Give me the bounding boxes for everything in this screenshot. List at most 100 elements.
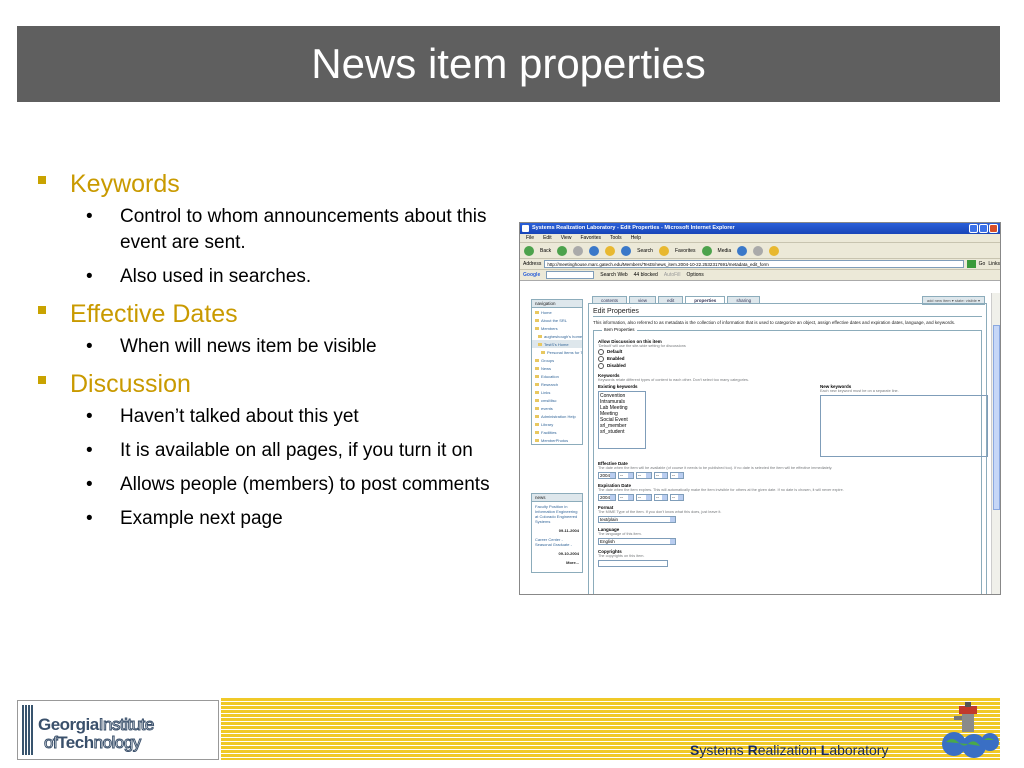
back-button[interactable]: Back (540, 248, 551, 254)
address-label: Address (523, 261, 542, 267)
home-icon[interactable] (605, 245, 616, 256)
window-title: Systems Realization Laboratory - Edit Pr… (532, 225, 735, 231)
radio-enabled[interactable]: Enabled (598, 356, 977, 362)
nav-item[interactable]: Education (532, 372, 582, 380)
menu-help[interactable]: Help (631, 234, 641, 242)
nav-item[interactable]: Members (532, 324, 582, 332)
popup-blocked-button[interactable]: 44 blocked (634, 272, 658, 278)
options-button[interactable]: Options (687, 272, 704, 278)
dot-bullet-icon: • (86, 508, 93, 529)
scrollbar-thumb[interactable] (993, 325, 1000, 510)
nav-item[interactable]: cmsMisc (532, 396, 582, 404)
favorites-button[interactable]: Favorites (675, 248, 696, 254)
logo-nology: nology (93, 733, 142, 753)
new-keywords-textarea[interactable] (820, 395, 988, 457)
form-description: This information, also referred to as me… (593, 320, 956, 325)
autofill-button[interactable]: AutoFill (664, 272, 681, 278)
favorites-icon[interactable] (658, 245, 669, 256)
nav-item[interactable]: events (532, 404, 582, 412)
effective-minute-select[interactable]: -- (670, 472, 684, 479)
robot-globe-icon (942, 702, 999, 758)
minimize-icon[interactable] (969, 224, 978, 233)
navigation-portlet: navigation Home About the SRL Members au… (531, 299, 583, 445)
search-button[interactable]: Search (637, 248, 653, 254)
discussion-help: 'Default' will use the site-wide setting… (598, 344, 686, 348)
nav-item[interactable]: Administration Help (532, 412, 582, 420)
dot-bullet-icon: • (86, 440, 93, 461)
effective-hour-select[interactable]: -- (654, 472, 668, 479)
menu-edit[interactable]: Edit (543, 234, 552, 242)
nav-item[interactable]: News (532, 364, 582, 372)
nav-item[interactable]: About the SRL (532, 316, 582, 324)
nav-item[interactable]: Groups (532, 356, 582, 364)
news-item[interactable]: Career Center - Seasonal Graduate - (532, 535, 582, 549)
nav-item[interactable]: Personal Items for TestS (532, 348, 582, 356)
refresh-icon[interactable] (589, 245, 600, 256)
effective-year-select[interactable]: 2004 (598, 472, 616, 479)
history-icon[interactable] (737, 245, 748, 256)
nav-item[interactable]: Home (532, 308, 582, 316)
nav-item[interactable]: TestS's Home (532, 340, 582, 348)
news-more-link[interactable]: More... (532, 558, 582, 567)
news-date: 09-10-2004 (558, 551, 579, 556)
forward-icon[interactable] (557, 245, 568, 256)
menu-view[interactable]: View (561, 234, 572, 242)
copyrights-input[interactable] (598, 560, 668, 567)
go-icon[interactable] (966, 260, 976, 268)
expiration-year-select[interactable]: 2004 (598, 494, 616, 501)
existing-keywords-list[interactable]: Convention Intramurals Lab Meeting Meeti… (598, 391, 646, 449)
expiration-day-select[interactable]: -- (636, 494, 652, 501)
menu-file[interactable]: File (526, 234, 534, 242)
logo-of: of (43, 733, 58, 753)
ie-icon (522, 225, 529, 232)
effective-day-select[interactable]: -- (636, 472, 652, 479)
radio-default[interactable]: Default (598, 349, 977, 355)
search-icon[interactable] (621, 245, 632, 256)
links-button[interactable]: Links (988, 261, 1000, 267)
search-web-button[interactable]: Search Web (600, 272, 627, 278)
nav-item[interactable]: Links (532, 388, 582, 396)
expiration-date-help: The date when the item expires. This wil… (598, 488, 844, 492)
google-toolbar: Google Search Web 44 blocked AutoFill Op… (520, 270, 1000, 281)
radio-disabled[interactable]: Disabled (598, 363, 977, 369)
mail-icon[interactable] (753, 245, 764, 256)
format-select[interactable]: text/plain (598, 516, 676, 523)
menu-favorites[interactable]: Favorites (580, 234, 601, 242)
effective-month-select[interactable]: -- (618, 472, 634, 479)
nav-item[interactable]: augheshough's home (532, 332, 582, 340)
go-button[interactable]: Go (979, 261, 986, 267)
vertical-scrollbar[interactable] (991, 293, 1000, 594)
news-portlet: news Faculty Position in Information Eng… (531, 493, 583, 573)
georgia-tech-logo: GeorgiaInstitute ofTechnology (17, 700, 219, 760)
google-search-input[interactable] (546, 271, 595, 279)
news-date: 09-11-2004 (558, 528, 579, 533)
stop-icon[interactable] (573, 245, 584, 256)
bullet-heading: Effective Dates (70, 300, 238, 328)
folder-icon[interactable] (769, 245, 780, 256)
media-icon[interactable] (701, 245, 712, 256)
media-button[interactable]: Media (718, 248, 732, 254)
nav-item[interactable]: Library (532, 420, 582, 428)
news-item[interactable]: Faculty Position in Information Engineer… (532, 502, 582, 526)
back-icon[interactable] (524, 245, 534, 256)
expiration-date-row: 2004 -- -- -- -- (598, 494, 977, 501)
dot-bullet-icon: • (86, 406, 93, 427)
logo-institute: Institute (98, 715, 155, 735)
existing-keywords-label: Existing keywords (598, 384, 638, 389)
expiration-minute-select[interactable]: -- (670, 494, 684, 501)
window-titlebar: Systems Realization Laboratory - Edit Pr… (520, 223, 1000, 234)
bullet-heading: Keywords (70, 170, 180, 198)
square-bullet-icon (38, 306, 46, 314)
language-select[interactable]: English (598, 538, 676, 545)
address-input[interactable]: http://meetinghouse.marc.gatech.edu/Memb… (544, 260, 964, 268)
close-icon[interactable] (989, 224, 998, 233)
menu-tools[interactable]: Tools (610, 234, 622, 242)
expiration-month-select[interactable]: -- (618, 494, 634, 501)
nav-item[interactable]: Research (532, 380, 582, 388)
expiration-hour-select[interactable]: -- (654, 494, 668, 501)
nav-item[interactable]: MemberPhotos (532, 436, 582, 444)
nav-item[interactable]: Facilities (532, 428, 582, 436)
slide-title: News item properties (311, 40, 706, 87)
maximize-icon[interactable] (979, 224, 988, 233)
keyword-option[interactable]: srl_student (600, 429, 644, 435)
